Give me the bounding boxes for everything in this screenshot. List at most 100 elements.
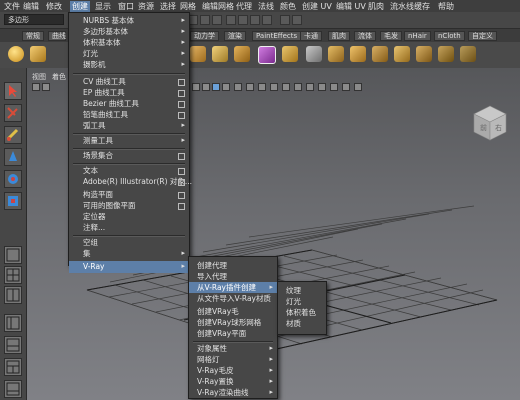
sphere-icon[interactable] bbox=[8, 46, 24, 62]
menu-proxy[interactable]: 代理 bbox=[236, 1, 252, 12]
split-icon[interactable] bbox=[416, 46, 432, 62]
menu-item-bezier-curve-tool[interactable]: Bezier 曲线工具 bbox=[69, 98, 189, 109]
layout-two-icon[interactable] bbox=[4, 286, 22, 304]
menu-item-scene-assembly[interactable]: 场景集合 bbox=[69, 150, 189, 161]
history-icon[interactable] bbox=[226, 15, 236, 25]
textured-icon[interactable] bbox=[212, 83, 220, 91]
menu-modify[interactable]: 修改 bbox=[46, 1, 62, 12]
menu-item-import-vray-material[interactable]: 从文件导入V-Ray材质 bbox=[189, 293, 277, 304]
menu-item-construction-plane[interactable]: 构造平面 bbox=[69, 189, 189, 200]
isolate-icon[interactable] bbox=[246, 83, 254, 91]
uv-icon[interactable] bbox=[460, 46, 476, 62]
torus-icon[interactable] bbox=[190, 46, 206, 62]
tab-fluids[interactable]: 流体 bbox=[354, 31, 376, 41]
wireframe-icon[interactable] bbox=[192, 83, 200, 91]
sync-icon[interactable] bbox=[342, 83, 350, 91]
menu-item-sets[interactable]: 集 ▸ bbox=[69, 248, 189, 259]
scale-tool-icon[interactable] bbox=[4, 192, 22, 210]
menu-window[interactable]: 窗口 bbox=[118, 1, 134, 12]
combine-icon[interactable] bbox=[306, 46, 322, 62]
move-tool-icon[interactable] bbox=[4, 148, 22, 166]
view-cube-right-label[interactable]: 右 bbox=[495, 123, 502, 132]
menu-muscle[interactable]: 肌肉 bbox=[368, 1, 384, 12]
mirror-icon[interactable] bbox=[438, 46, 454, 62]
menu-edit-uv[interactable]: 编辑 UV bbox=[336, 1, 366, 12]
menu-item-locator[interactable]: 定位器 bbox=[69, 211, 189, 222]
safe-area-icon[interactable] bbox=[318, 83, 326, 91]
menu-item-import-proxy[interactable]: 导入代理 bbox=[189, 271, 277, 282]
menu-item-object-properties[interactable]: 对象属性 ▸ bbox=[189, 343, 277, 354]
smooth-icon[interactable] bbox=[394, 46, 410, 62]
film-gate-icon[interactable] bbox=[306, 83, 314, 91]
layout-outliner-icon[interactable] bbox=[4, 314, 22, 332]
menu-file[interactable]: 文件 bbox=[4, 1, 20, 12]
layout-four-icon[interactable] bbox=[4, 266, 22, 284]
menu-item-plugin-lights[interactable]: 灯光 bbox=[278, 296, 326, 307]
menu-item-cv-curve-tool[interactable]: CV 曲线工具 bbox=[69, 76, 189, 87]
mode-select[interactable]: 多边形 bbox=[4, 14, 64, 25]
tab-custom[interactable]: 自定义 bbox=[468, 31, 497, 41]
lights-icon[interactable] bbox=[222, 83, 230, 91]
select-tool-icon[interactable] bbox=[4, 82, 22, 100]
layout-graph-icon[interactable] bbox=[4, 336, 22, 354]
lasso-tool-icon[interactable] bbox=[4, 104, 22, 122]
menu-item-materials[interactable]: 材质 bbox=[278, 318, 326, 329]
tab-toon[interactable]: 卡通 bbox=[300, 31, 322, 41]
hud-icon[interactable] bbox=[282, 83, 290, 91]
render-icon[interactable] bbox=[250, 15, 260, 25]
menu-item-text[interactable]: 文本 bbox=[69, 165, 189, 176]
menu-assets[interactable]: 资源 bbox=[138, 1, 154, 12]
view-cube-front-label[interactable]: 前 bbox=[480, 123, 487, 132]
menu-item-adobe-illustrator-object[interactable]: Adobe(R) Illustrator(R) 对象... bbox=[69, 176, 192, 187]
menu-item-create-vray-fur[interactable]: 创建VRay毛 bbox=[189, 306, 277, 317]
menu-item-mesh-light[interactable]: 网格灯 ▸ bbox=[189, 354, 277, 365]
menu-item-lights[interactable]: 灯光 ▸ bbox=[69, 48, 189, 59]
cylinder-icon[interactable] bbox=[212, 46, 228, 62]
snap-icon[interactable] bbox=[200, 15, 210, 25]
extrude-icon[interactable] bbox=[328, 46, 344, 62]
menu-normals[interactable]: 法线 bbox=[258, 1, 274, 12]
camera-icon[interactable] bbox=[32, 83, 40, 91]
tab-nhair[interactable]: nHair bbox=[404, 31, 431, 41]
menu-create[interactable]: 创建 bbox=[70, 1, 90, 12]
tab-rendering[interactable]: 渲染 bbox=[224, 31, 246, 41]
tab-fur[interactable]: 毛发 bbox=[380, 31, 402, 41]
render-icon[interactable] bbox=[238, 15, 248, 25]
menu-item-vray-render-curve[interactable]: V-Ray渲染曲线 ▸ bbox=[189, 387, 277, 398]
menu-mesh[interactable]: 网格 bbox=[180, 1, 196, 12]
xray-icon[interactable] bbox=[258, 83, 266, 91]
menu-edit-mesh[interactable]: 编辑网格 bbox=[202, 1, 234, 12]
paint-select-icon[interactable] bbox=[4, 126, 22, 144]
menu-item-nurbs-primitives[interactable]: NURBS 基本体 ▸ bbox=[69, 15, 189, 26]
shadows-icon[interactable] bbox=[234, 83, 242, 91]
bevel-icon[interactable] bbox=[350, 46, 366, 62]
menu-create-uv[interactable]: 创建 UV bbox=[302, 1, 332, 12]
menu-item-ep-curve-tool[interactable]: EP 曲线工具 bbox=[69, 87, 189, 98]
tab-ncloth[interactable]: nCloth bbox=[434, 31, 465, 41]
tab-general[interactable]: 常规 bbox=[22, 31, 44, 41]
menu-item-textures[interactable]: 纹理 bbox=[278, 285, 326, 296]
menu-item-vray[interactable]: V-Ray ▸ bbox=[69, 261, 189, 273]
menu-display[interactable]: 显示 bbox=[95, 1, 111, 12]
menu-item-create-vray-sphere-mesh[interactable]: 创建VRay球形网格 bbox=[189, 317, 277, 328]
plane-icon[interactable] bbox=[282, 46, 298, 62]
menu-item-vray-displacement[interactable]: V-Ray置换 ▸ bbox=[189, 376, 277, 387]
menu-item-create-proxy[interactable]: 创建代理 bbox=[189, 260, 277, 271]
rotate-tool-icon[interactable] bbox=[4, 170, 22, 188]
input-line-icon[interactable] bbox=[292, 15, 302, 25]
viewport-menu-view[interactable]: 视图 bbox=[32, 72, 46, 82]
material-icon[interactable] bbox=[258, 46, 276, 64]
menu-item-measure-tools[interactable]: 测量工具 ▸ bbox=[69, 135, 189, 146]
tab-muscle[interactable]: 肌肉 bbox=[328, 31, 350, 41]
menu-item-annotation[interactable]: 注释... bbox=[69, 222, 189, 233]
menu-item-pencil-curve-tool[interactable]: 铅笔曲线工具 bbox=[69, 109, 189, 120]
menu-color[interactable]: 颜色 bbox=[280, 1, 296, 12]
scissors-icon[interactable] bbox=[354, 83, 362, 91]
input-line-icon[interactable] bbox=[280, 15, 290, 25]
view-cube[interactable]: 前 右 bbox=[470, 102, 510, 142]
menu-help[interactable]: 帮助 bbox=[438, 1, 454, 12]
layout-script-icon[interactable] bbox=[4, 380, 22, 398]
resolution-gate-icon[interactable] bbox=[294, 83, 302, 91]
layout-hypershade-icon[interactable] bbox=[4, 358, 22, 376]
camera-attr-icon[interactable] bbox=[42, 83, 50, 91]
